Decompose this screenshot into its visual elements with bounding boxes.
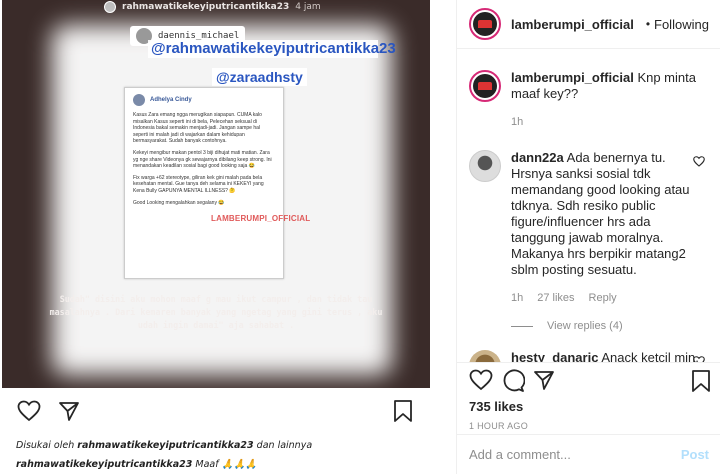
story-header-user: rahmawatikekeyiputricantikka23 [122,2,290,12]
comment-body: dann22a Ada benernya tu. Hrsnya sanksi s… [511,150,701,306]
action-icons [469,367,711,397]
reply-button[interactable]: Reply [589,290,617,306]
story-avatar [104,1,116,13]
comment-time: 1h [511,116,524,128]
comment-meta: 1h [511,114,701,130]
post-time-ago[interactable]: 1 HOUR AGO [469,421,709,431]
comment-meta: 1h 27 likes Reply [511,290,701,306]
share-icon[interactable] [56,398,82,424]
post-comment-button[interactable]: Post [681,447,709,462]
comment-item: dann22a Ada benernya tu. Hrsnya sanksi s… [469,150,709,306]
fb-paragraph: Good Looking mengalahkan segalany 😂 [133,199,225,206]
heart-icon[interactable] [16,398,42,424]
add-comment-input[interactable] [469,447,659,462]
view-replies-button[interactable]: View replies (4) [511,320,709,332]
panel-action-bar: 735 likes 1 HOUR AGO [457,362,720,434]
commenter-avatar[interactable] [469,70,501,102]
view-replies-label: View replies (4) [547,320,623,332]
story-screenshot: rahmawatikekeyiputricantikka23 4 jam dae… [2,0,430,388]
liked-by-prefix: Disukai oleh [16,440,75,451]
caption-user[interactable]: rahmawatikekeyiputricantikka23 [16,459,192,470]
comment-bubble-icon[interactable] [501,369,526,396]
post-media-panel: rahmawatikekeyiputricantikka23 4 jam dae… [0,0,456,474]
comment-likes[interactable]: 27 likes [537,290,574,306]
share-icon[interactable] [533,369,555,394]
add-comment-bar: Post [457,434,720,474]
comments-panel: lamberumpi_official • Following lamberum… [456,0,720,474]
comment-username[interactable]: hesty_danaric [511,350,598,362]
fb-paragraph: Fix warga +62 stereotype, giliran kek gi… [133,174,264,194]
replies-line [511,325,533,327]
liked-by-suffix: dan lainnya [256,440,313,451]
likes-count[interactable]: 735 likes [469,399,709,414]
story-mention-main: @rahmawatikekeyiputricantikka23 [148,40,396,58]
caption-line: rahmawatikekeyiputricantikka23 Maaf 🙏🙏🙏 [16,455,312,474]
commenter-avatar[interactable] [469,350,501,362]
comment-text: Ada benernya tu. Hrsnya sanksi sosial td… [511,150,690,277]
watermark: LAMBERUMPI_OFFICIAL [211,214,311,223]
story-mention-second: @zaraadhsty [212,68,307,86]
story-header: rahmawatikekeyiputricantikka23 4 jam [104,0,321,14]
account-username[interactable]: lamberumpi_official [511,17,634,32]
fb-post-header: Adhelya Cindy [133,94,275,106]
commenter-avatar[interactable] [469,150,501,182]
comment-username[interactable]: lamberumpi_official [511,70,634,85]
liked-by-user[interactable]: rahmawatikekeyiputricantikka23 [77,440,253,451]
story-header-time: 4 jam [295,2,321,12]
bookmark-icon[interactable] [390,398,416,424]
separator-dot: • [645,17,651,31]
comment-body: hesty_danaric Anack ketcil min, ga tau m… [511,350,701,362]
facebook-post-screenshot: Adhelya Cindy Kasus Zara emang ngga meru… [124,87,310,279]
comment-username[interactable]: dann22a [511,150,564,165]
like-heart-icon[interactable] [469,369,493,394]
comment-like-heart-icon[interactable] [693,156,705,170]
following-button[interactable]: Following [654,17,709,32]
comment-list: lamberumpi_official Knp minta maaf key??… [457,50,720,362]
left-caption-area: Disukai oleh rahmawatikekeyiputricantikk… [16,436,312,474]
story-caption: Sudah" disini aku mohon maaf g mau ikut … [49,294,383,330]
left-action-bar [16,398,416,424]
fb-paragraph: Kasus Zara emang ngga merugikan siapapun… [133,112,262,145]
comment-item: lamberumpi_official Knp minta maaf key??… [469,70,709,130]
bookmark-icon[interactable] [691,369,711,396]
fb-author-avatar [133,94,145,106]
fb-paragraph: Kekeyi mengibur makan pentol 3 biji dihu… [133,149,272,170]
comment-time: 1h [511,292,524,304]
liked-by-line: Disukai oleh rahmawatikekeyiputricantikk… [16,436,312,455]
account-avatar[interactable] [469,8,501,40]
comment-item: hesty_danaric Anack ketcil min, ga tau m… [469,350,709,362]
comment-body: lamberumpi_official Knp minta maaf key??… [511,70,701,130]
caption-text: Maaf 🙏🙏🙏 [195,459,258,470]
panel-header: lamberumpi_official • Following [457,0,720,49]
fb-author-name: Adhelya Cindy [150,97,192,103]
